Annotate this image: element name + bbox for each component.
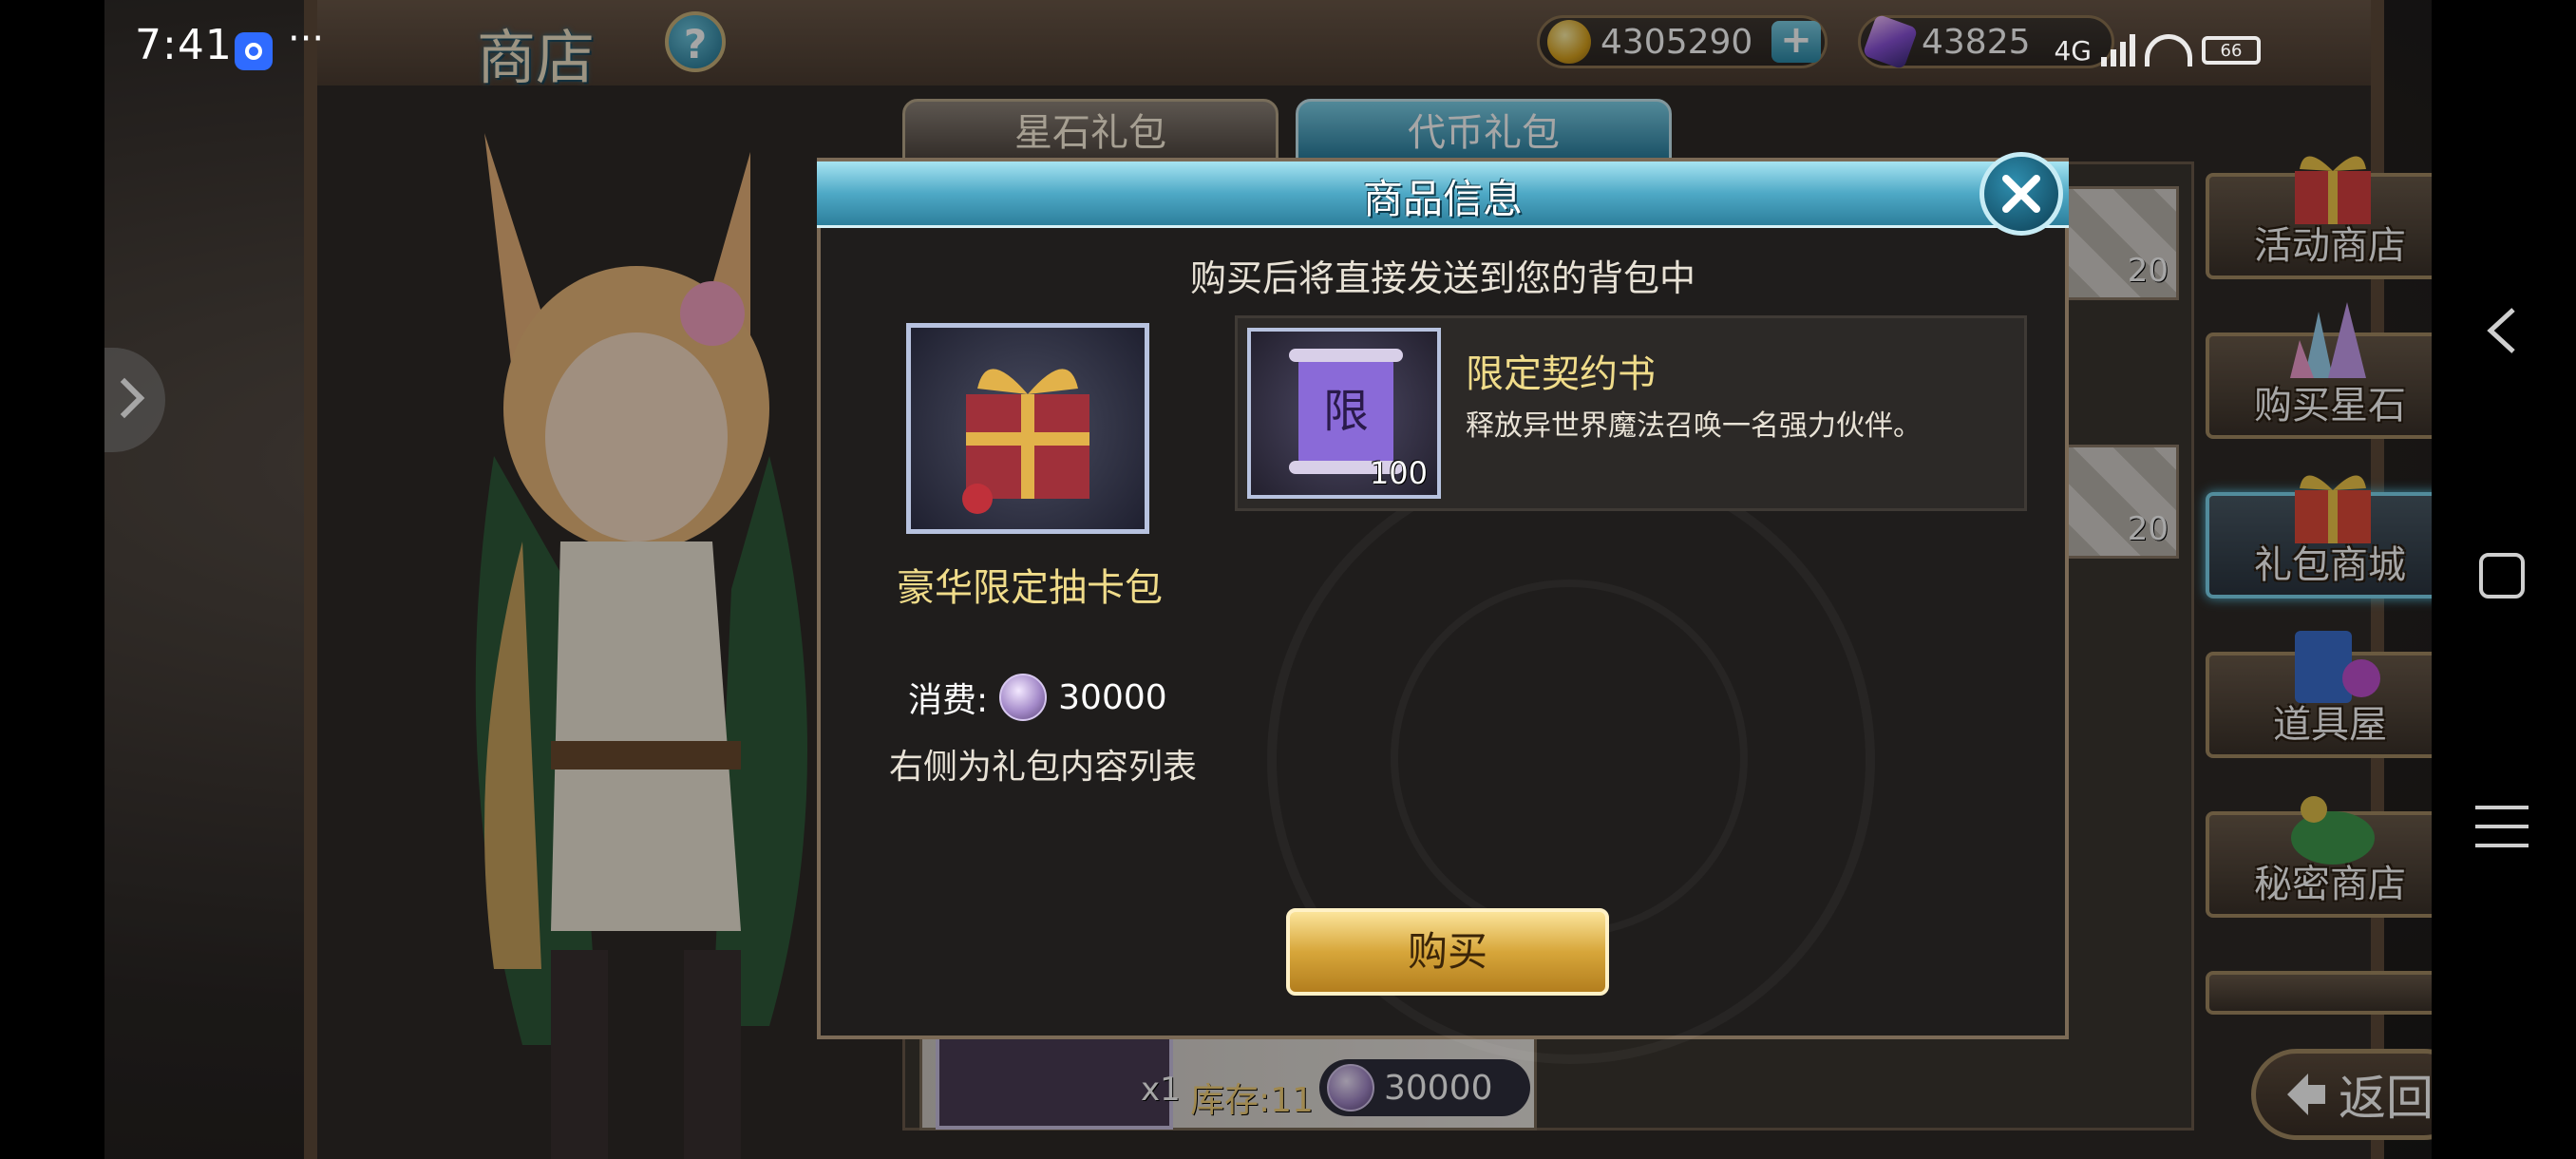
- battery-icon: 66: [2202, 36, 2261, 65]
- nav-home-icon[interactable]: [2479, 553, 2525, 598]
- item-thumbnail: 限 100: [1247, 328, 1441, 499]
- cost-label: 消费:: [908, 681, 989, 720]
- contents-note: 右侧为礼包内容列表: [888, 748, 1197, 787]
- app-notification-icon: [235, 32, 273, 70]
- cost-value: 30000: [1058, 677, 1167, 717]
- close-icon: [2002, 175, 2040, 213]
- nav-recents-icon[interactable]: [2475, 806, 2529, 849]
- pack-content-item: 限 100 限定契约书 释放异世界魔法召唤一名强力伙伴。: [1235, 315, 2027, 511]
- battery-level: 66: [2220, 40, 2243, 61]
- buy-button[interactable]: 购买: [1286, 908, 1609, 996]
- nav-back-icon[interactable]: [2477, 304, 2530, 357]
- gift-box-icon: [962, 369, 1089, 514]
- product-info-dialog: 商品信息 购买后将直接发送到您的背包中 豪华限定抽卡包 消费: 30000 右侧…: [817, 152, 2069, 1064]
- dialog-title: 商品信息: [1362, 176, 1523, 222]
- item-quantity: 100: [1369, 455, 1428, 491]
- dialog-subtitle: 购买后将直接发送到您的背包中: [1189, 257, 1695, 299]
- game-area: 20 20 x1 库存:11 30000 商店 ? 4305290 + 4382…: [104, 0, 2432, 1159]
- network-type: 4G: [2054, 34, 2092, 66]
- gift-pack-name: 豪华限定抽卡包: [897, 566, 1163, 610]
- item-name: 限定契约书: [1466, 352, 1656, 396]
- status-time: 7:41: [135, 21, 233, 69]
- status-indicators: 4G 66: [2054, 23, 2261, 78]
- screen: 20 20 x1 库存:11 30000 商店 ? 4305290 + 4382…: [0, 0, 2576, 1159]
- cost-row: 消费: 30000: [908, 673, 1167, 722]
- close-button[interactable]: [1979, 152, 2063, 236]
- more-notifications-icon: ···: [288, 17, 325, 61]
- gift-pack-image: [906, 323, 1149, 534]
- item-description: 释放异世界魔法召唤一名强力伙伴。: [1466, 409, 1922, 443]
- dialog-header: 商品信息: [817, 162, 2069, 228]
- wifi-icon: [2145, 34, 2192, 66]
- system-nav-bar: [2432, 0, 2576, 1159]
- token-icon: [999, 674, 1048, 721]
- signal-icon: [2101, 34, 2135, 66]
- scroll-glyph: 限: [1323, 385, 1369, 438]
